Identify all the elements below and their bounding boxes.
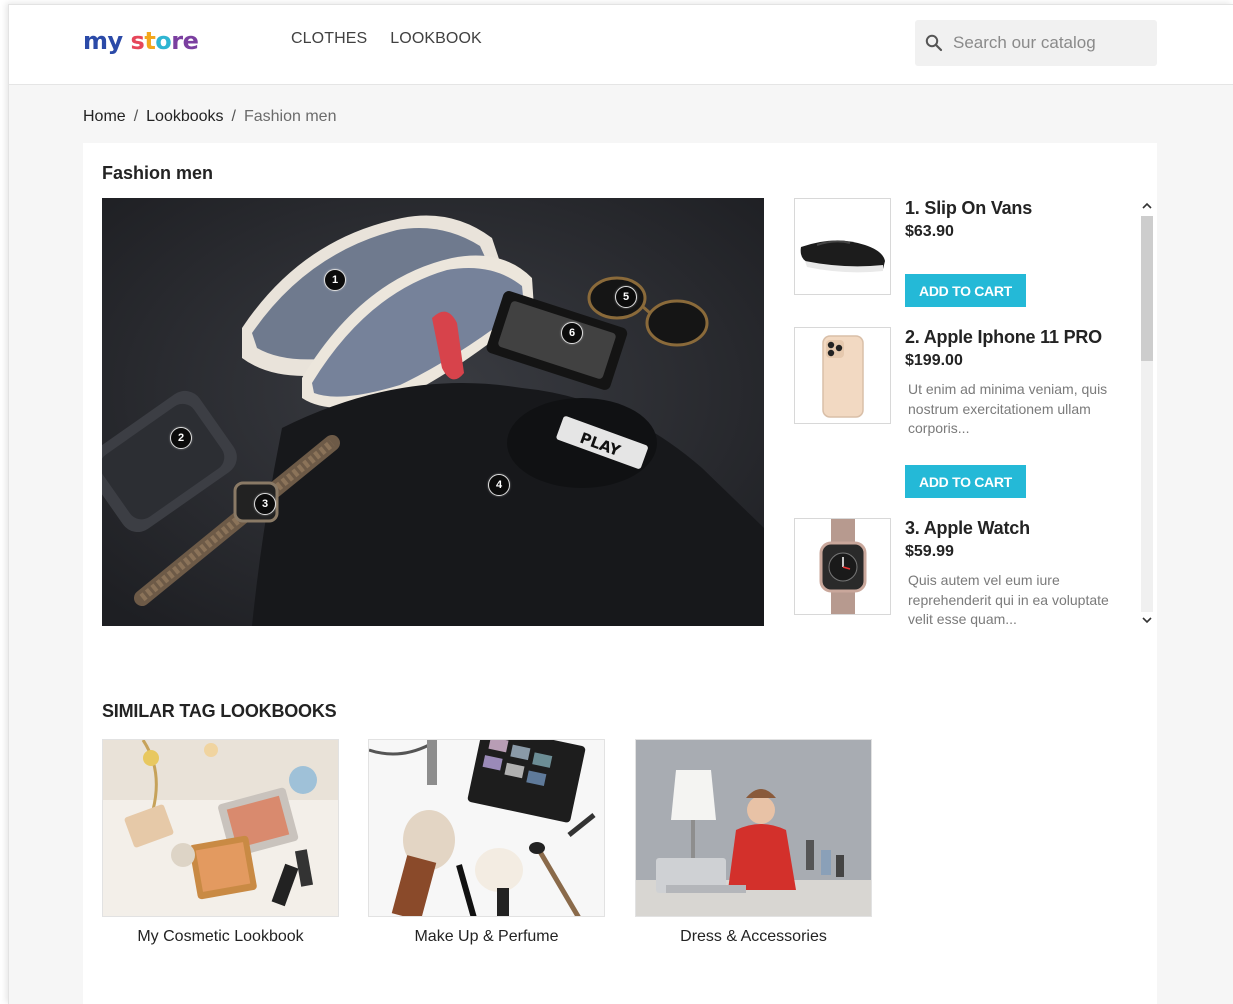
product-description: Ut enim ad minima veniam, quis nostrum e… xyxy=(908,381,1108,436)
breadcrumb: Home / Lookbooks / Fashion men xyxy=(83,108,336,126)
similar-lookbooks-title: SIMILAR TAG LOOKBOOKS xyxy=(102,701,337,721)
search-input[interactable] xyxy=(949,33,1139,53)
product-price: $199.00 xyxy=(905,352,963,369)
browser-frame: my store CLOTHES LOOKBOOK Home / Lookboo… xyxy=(8,4,1233,1004)
hotspot-pin-3[interactable]: 3 xyxy=(254,493,276,515)
scroll-up-icon[interactable] xyxy=(1139,198,1155,214)
add-to-cart-button[interactable]: ADD TO CART xyxy=(905,274,1026,307)
scroll-down-icon[interactable] xyxy=(1139,612,1155,628)
product-thumbnail[interactable] xyxy=(794,518,891,615)
lookbook-title: Fashion men xyxy=(102,163,214,183)
logo-letter: s xyxy=(130,27,145,55)
lookbook-label[interactable]: My Cosmetic Lookbook xyxy=(102,928,339,946)
lookbook-photo: PLAY xyxy=(102,198,764,626)
site-header: my store CLOTHES LOOKBOOK xyxy=(9,5,1233,85)
hotspot-pin-5[interactable]: 5 xyxy=(615,286,637,308)
product-price: $63.90 xyxy=(905,223,954,240)
product-description: Quis autem vel eum iure reprehenderit qu… xyxy=(908,572,1109,627)
hotspot-pin-4[interactable]: 4 xyxy=(488,474,510,496)
similar-lookbook-card[interactable]: Dress & Accessories xyxy=(635,739,872,946)
logo-letter: re xyxy=(171,27,199,55)
breadcrumb-home[interactable]: Home xyxy=(83,108,126,126)
logo-letter: o xyxy=(155,27,172,55)
nav-clothes[interactable]: CLOTHES xyxy=(291,30,367,48)
breadcrumb-separator: / xyxy=(231,108,236,125)
breadcrumb-lookbooks[interactable]: Lookbooks xyxy=(146,108,223,126)
lookbook-label[interactable]: Make Up & Perfume xyxy=(368,928,605,946)
nav-lookbook[interactable]: LOOKBOOK xyxy=(390,30,482,48)
product-list-scrollbar[interactable] xyxy=(1139,198,1155,628)
product-name[interactable]: 2. Apple Iphone 11 PRO xyxy=(905,327,1102,348)
product-thumbnail[interactable] xyxy=(794,327,891,424)
product-name[interactable]: 1. Slip On Vans xyxy=(905,198,1032,219)
search-icon[interactable] xyxy=(915,34,949,52)
product-name[interactable]: 3. Apple Watch xyxy=(905,518,1030,539)
lookbook-label[interactable]: Dress & Accessories xyxy=(635,928,872,946)
scrollbar-thumb[interactable] xyxy=(1141,216,1153,361)
store-logo[interactable]: my store xyxy=(83,27,199,55)
lookbook-thumbnail[interactable] xyxy=(635,739,872,917)
similar-lookbook-card[interactable]: My Cosmetic Lookbook xyxy=(102,739,339,946)
add-to-cart-button[interactable]: ADD TO CART xyxy=(905,465,1026,498)
lookbook-product-list[interactable]: 1. Slip On Vans $63.90 ADD TO CART 2. Ap… xyxy=(794,198,1154,628)
lookbook-card: Fashion men PLAY 1 2 3 4 5 6 1. Slip On … xyxy=(83,143,1157,1004)
hotspot-pin-6[interactable]: 6 xyxy=(561,322,583,344)
product-price: $59.99 xyxy=(905,543,954,560)
lookbook-thumbnail[interactable] xyxy=(102,739,339,917)
breadcrumb-separator: / xyxy=(133,108,139,125)
main-nav: CLOTHES LOOKBOOK xyxy=(291,30,482,48)
hotspot-pin-1[interactable]: 1 xyxy=(324,269,346,291)
hotspot-pin-2[interactable]: 2 xyxy=(170,427,192,449)
logo-text-my: my xyxy=(83,27,123,55)
lookbook-thumbnail[interactable] xyxy=(368,739,605,917)
lookbook-image: PLAY 1 2 3 4 5 6 xyxy=(102,198,764,626)
breadcrumb-current: Fashion men xyxy=(243,108,337,125)
product-thumbnail[interactable] xyxy=(794,198,891,295)
similar-lookbook-card[interactable]: Make Up & Perfume xyxy=(368,739,605,946)
search-box[interactable] xyxy=(915,20,1157,66)
logo-letter: t xyxy=(144,27,156,55)
